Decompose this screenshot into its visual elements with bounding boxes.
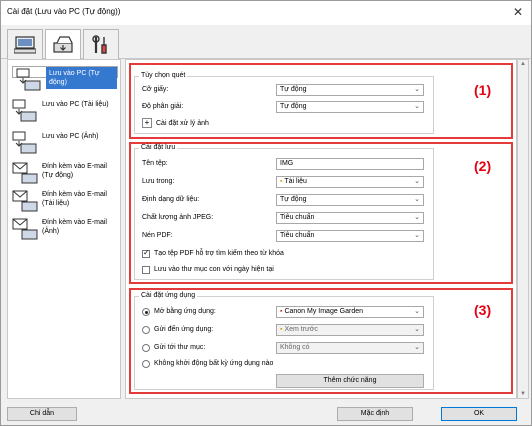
attach-email-auto-icon [12,160,38,184]
filename-value: IMG [280,160,294,167]
no-app-label: Không khởi động bất kỳ ứng dụng nào [154,360,274,367]
sidebar-item-label: Đính kèm vào E-mail (Ảnh) [42,219,107,235]
paper-size-select[interactable]: Tự động ⌄ [276,84,424,96]
scroll-down-icon[interactable]: ▼ [520,391,526,397]
tab-scan-from-operation-panel[interactable] [45,29,81,60]
sidebar-item-save-pc-auto[interactable]: Lưu vào PC (Tự động) [12,66,118,91]
keyword-pdf-checkbox[interactable] [142,248,150,258]
add-function-button[interactable]: Thêm chức năng [276,374,424,388]
resolution-label: Độ phân giải: [142,103,184,110]
jpeg-quality-select[interactable]: Tiêu chuẩn ⌄ [276,212,424,224]
subfolder-checkbox[interactable] [142,266,150,274]
attach-email-document-icon [12,188,38,212]
section-number-3: (3) [474,302,492,318]
save-to-pc-photo-icon [12,130,38,154]
resolution-value: Tự động [280,103,307,110]
send-app-label: Gửi đến ứng dụng: [154,326,214,333]
data-format-value: Tự động [280,196,307,203]
sidebar-item-email-auto[interactable]: Đính kèm vào E-mail (Tự động) [12,160,118,190]
save-in-select[interactable]: ▪ Tài liệu ⌄ [276,176,424,188]
send-app-radio[interactable] [142,326,150,334]
section-number-2: (2) [474,158,492,174]
sidebar-item-email-document[interactable]: Đính kèm vào E-mail (Tài liệu) [12,188,118,218]
title-bar: Cài đặt (Lưu vào PC (Tự động)) ✕ [1,1,531,25]
sidebar-item-label: Lưu vào PC (Tài liệu) [42,101,109,108]
send-folder-value: Không có [280,344,310,351]
scan-options-title: Tùy chọn quét [139,72,188,79]
chevron-down-icon: ⌄ [414,308,420,315]
sidebar-item-label: Lưu vào PC (Ảnh) [42,133,99,140]
paper-size-label: Cỡ giấy: [142,86,169,93]
jpeg-quality-label: Chất lượng ảnh JPEG: [142,214,214,221]
image-processing-label: Cài đặt xử lý ảnh [156,120,209,127]
pdf-compression-label: Nén PDF: [142,232,173,239]
open-app-label: Mở bằng ứng dụng: [154,308,216,315]
section-number-1: (1) [474,82,492,98]
default-button[interactable]: Mặc định [337,407,413,421]
send-folder-radio[interactable] [142,344,150,352]
chevron-down-icon: ⌄ [414,178,420,185]
save-in-label: Lưu trong: [142,178,175,185]
vertical-scrollbar[interactable]: ▲ ▼ [517,59,529,399]
ok-button[interactable]: OK [441,407,517,421]
save-in-value: Tài liệu [284,178,307,185]
app-settings-title: Cài đặt ứng dụng [139,292,198,299]
scroll-up-icon[interactable]: ▲ [520,61,526,67]
sidebar-item-label: Đính kèm vào E-mail (Tự động) [42,163,107,179]
tab-general-settings[interactable] [83,29,119,59]
chevron-down-icon: ⌄ [414,86,420,93]
keyword-pdf-label: Tạo tệp PDF hỗ trợ tìm kiếm theo từ khóa [154,250,284,257]
sidebar-item-save-pc-document[interactable]: Lưu vào PC (Tài liệu) [12,98,118,128]
chevron-down-icon: ⌄ [414,232,420,239]
chevron-down-icon: ⌄ [414,103,420,110]
send-folder-label: Gửi tới thư mục: [154,344,206,351]
filename-input[interactable]: IMG [276,158,424,170]
save-to-pc-document-icon [12,98,38,122]
sidebar: Lưu vào PC (Tự động) Lưu vào PC (Tài liệ… [7,59,121,399]
open-app-value: Canon My Image Garden [284,308,364,315]
settings-window: Cài đặt (Lưu vào PC (Tự động)) ✕ Lưu vào… [0,0,532,426]
folder-icon: ▪ [280,326,283,333]
window-title: Cài đặt (Lưu vào PC (Tự động)) [7,7,121,16]
expand-image-processing-icon[interactable]: + [142,118,152,128]
jpeg-quality-value: Tiêu chuẩn [280,214,315,221]
paper-size-value: Tự động [280,86,307,93]
sidebar-item-save-pc-photo[interactable]: Lưu vào PC (Ảnh) [12,130,118,160]
sidebar-item-label: Đính kèm vào E-mail (Tài liệu) [42,191,107,207]
app-icon: ▪ [280,308,283,315]
pdf-compression-select[interactable]: Tiêu chuẩn ⌄ [276,230,424,242]
save-settings-title: Cài đặt lưu [139,144,178,151]
settings-pane: Tùy chọn quét Cỡ giấy: Tự động ⌄ Độ phân… [125,59,517,399]
chevron-down-icon: ⌄ [414,196,420,203]
chevron-down-icon: ⌄ [414,214,420,221]
filename-label: Tên tệp: [142,160,168,167]
open-app-radio[interactable] [142,308,150,316]
general-settings-icon [92,34,107,54]
tab-scan-from-computer[interactable] [7,29,43,59]
close-icon[interactable]: ✕ [513,5,523,19]
sidebar-item-label: Lưu vào PC (Tự động) [46,67,117,89]
scan-from-operation-panel-icon [53,36,73,53]
save-to-pc-auto-icon [16,67,42,91]
attach-email-photo-icon [12,216,38,240]
send-app-value: Xem trước [284,326,318,333]
resolution-select[interactable]: Tự động ⌄ [276,101,424,113]
chevron-down-icon: ⌄ [414,326,420,333]
scan-from-computer-icon [14,35,36,53]
data-format-select[interactable]: Tự động ⌄ [276,194,424,206]
send-app-select[interactable]: ▪ Xem trước ⌄ [276,324,424,336]
help-button[interactable]: Chỉ dẫn [7,407,77,421]
sidebar-item-email-photo[interactable]: Đính kèm vào E-mail (Ảnh) [12,216,118,246]
subfolder-label: Lưu vào thư mục con với ngày hiện tại [154,266,274,273]
tab-bar [1,25,531,60]
no-app-radio[interactable] [142,360,150,368]
open-app-select[interactable]: ▪ Canon My Image Garden ⌄ [276,306,424,318]
folder-icon: ▪ [280,178,283,185]
pdf-compression-value: Tiêu chuẩn [280,232,315,239]
chevron-down-icon: ⌄ [414,344,420,351]
data-format-label: Định dạng dữ liệu: [142,196,200,203]
send-folder-select[interactable]: Không có ⌄ [276,342,424,354]
